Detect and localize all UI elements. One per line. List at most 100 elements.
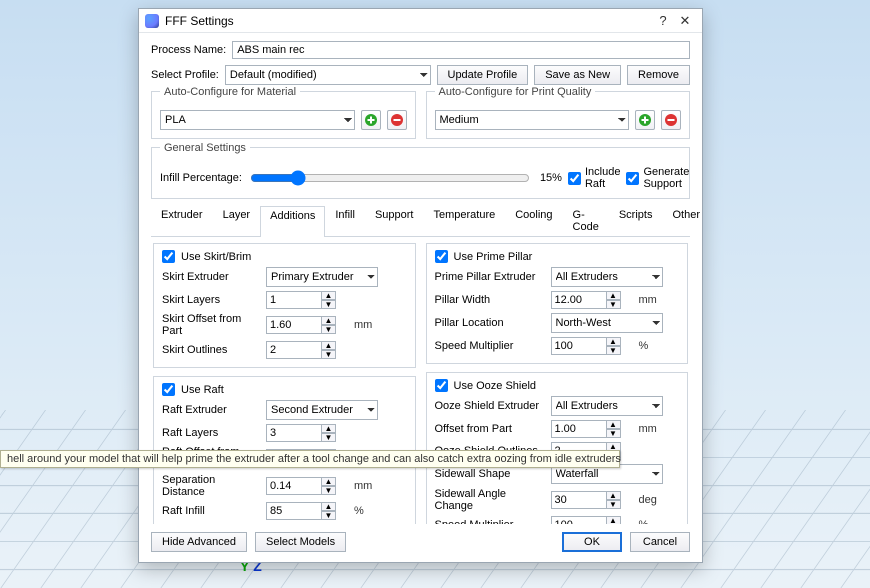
use-raft-checkbox[interactable]: Use Raft bbox=[162, 383, 407, 396]
tab-cooling[interactable]: Cooling bbox=[505, 205, 562, 236]
raft-layers-spin[interactable]: ▲▼ bbox=[266, 424, 348, 442]
tab-scripts[interactable]: Scripts bbox=[609, 205, 663, 236]
chevron-down-icon: ▼ bbox=[322, 300, 336, 309]
skirt-extruder-select[interactable]: Primary Extruder bbox=[266, 267, 378, 287]
infill-slider[interactable] bbox=[250, 170, 530, 186]
quality-add-button[interactable] bbox=[635, 110, 655, 130]
chevron-up-icon: ▲ bbox=[322, 341, 336, 350]
material-add-button[interactable] bbox=[361, 110, 381, 130]
chevron-down-icon: ▼ bbox=[322, 511, 336, 520]
general-legend: General Settings bbox=[160, 142, 250, 154]
skirt-extruder-label: Skirt Extruder bbox=[162, 271, 260, 283]
prime-extruder-label: Prime Pillar Extruder bbox=[435, 271, 545, 283]
process-name-label: Process Name: bbox=[151, 44, 226, 56]
material-remove-button[interactable] bbox=[387, 110, 407, 130]
skirt-group: Use Skirt/Brim Skirt Extruder Primary Ex… bbox=[153, 243, 416, 368]
tab-extruder[interactable]: Extruder bbox=[151, 205, 213, 236]
quality-remove-button[interactable] bbox=[661, 110, 681, 130]
chevron-up-icon: ▲ bbox=[322, 477, 336, 486]
skirt-layers-label: Skirt Layers bbox=[162, 294, 260, 306]
raft-layers-label: Raft Layers bbox=[162, 427, 260, 439]
skirt-offset-label: Skirt Offset from Part bbox=[162, 313, 260, 337]
chevron-down-icon: ▼ bbox=[607, 346, 621, 355]
skirt-offset-spin[interactable]: ▲▼ bbox=[266, 316, 348, 334]
prime-speed-spin[interactable]: ▲▼ bbox=[551, 337, 633, 355]
ooze-angle-label: Sidewall Angle Change bbox=[435, 488, 545, 512]
chevron-up-icon: ▲ bbox=[322, 316, 336, 325]
cancel-button[interactable]: Cancel bbox=[630, 532, 690, 552]
include-raft-checkbox[interactable]: Include Raft bbox=[568, 166, 620, 190]
tab-infill[interactable]: Infill bbox=[325, 205, 365, 236]
tab-layer[interactable]: Layer bbox=[213, 205, 261, 236]
pillar-location-select[interactable]: North-West bbox=[551, 313, 663, 333]
tab-temperature[interactable]: Temperature bbox=[423, 205, 505, 236]
auto-material-fieldset: Auto-Configure for Material PLA bbox=[151, 91, 416, 139]
tab-bar: Extruder Layer Additions Infill Support … bbox=[151, 205, 690, 237]
pillar-width-spin[interactable]: ▲▼ bbox=[551, 291, 633, 309]
use-ooze-shield-checkbox[interactable]: Use Ooze Shield bbox=[435, 379, 680, 392]
chevron-down-icon: ▼ bbox=[322, 350, 336, 359]
raft-infill-spin[interactable]: ▲▼ bbox=[266, 502, 348, 520]
hide-advanced-button[interactable]: Hide Advanced bbox=[151, 532, 247, 552]
profile-select[interactable]: Default (modified) bbox=[225, 65, 431, 85]
use-skirt-checkbox[interactable]: Use Skirt/Brim bbox=[162, 250, 407, 263]
select-models-button[interactable]: Select Models bbox=[255, 532, 346, 552]
plus-icon bbox=[365, 114, 377, 126]
tabpane-additions: Use Skirt/Brim Skirt Extruder Primary Ex… bbox=[151, 237, 690, 524]
raft-extruder-select[interactable]: Second Extruder bbox=[266, 400, 378, 420]
fff-settings-dialog: FFF Settings ? ✕ Process Name: Select Pr… bbox=[138, 8, 703, 563]
app-icon bbox=[145, 14, 159, 28]
raft-separation-spin[interactable]: ▲▼ bbox=[266, 477, 348, 495]
raft-separation-label: Separation Distance bbox=[162, 474, 260, 498]
tab-additions[interactable]: Additions bbox=[260, 206, 325, 237]
profile-label: Select Profile: bbox=[151, 69, 219, 81]
update-profile-button[interactable]: Update Profile bbox=[437, 65, 529, 85]
ooze-speed-spin[interactable]: ▲▼ bbox=[551, 516, 633, 524]
chevron-up-icon: ▲ bbox=[322, 424, 336, 433]
chevron-up-icon: ▲ bbox=[607, 420, 621, 429]
titlebar: FFF Settings ? ✕ bbox=[139, 9, 702, 33]
chevron-down-icon: ▼ bbox=[322, 325, 336, 334]
ooze-extruder-select[interactable]: All Extruders bbox=[551, 396, 663, 416]
tab-other[interactable]: Other bbox=[662, 205, 702, 236]
window-title: FFF Settings bbox=[165, 14, 652, 28]
prime-pillar-group: Use Prime Pillar Prime Pillar Extruder A… bbox=[426, 243, 689, 364]
skirt-layers-spin[interactable]: ▲▼ bbox=[266, 291, 348, 309]
quality-select[interactable]: Medium bbox=[435, 110, 630, 130]
auto-material-legend: Auto-Configure for Material bbox=[160, 86, 300, 98]
auto-quality-legend: Auto-Configure for Print Quality bbox=[435, 86, 596, 98]
material-select[interactable]: PLA bbox=[160, 110, 355, 130]
process-name-input[interactable] bbox=[232, 41, 690, 59]
chevron-down-icon: ▼ bbox=[322, 486, 336, 495]
help-icon[interactable]: ? bbox=[652, 11, 674, 31]
chevron-down-icon: ▼ bbox=[607, 429, 621, 438]
tab-support[interactable]: Support bbox=[365, 205, 424, 236]
close-icon[interactable]: ✕ bbox=[674, 11, 696, 31]
skirt-outlines-spin[interactable]: ▲▼ bbox=[266, 341, 348, 359]
general-settings-fieldset: General Settings Infill Percentage: 15% … bbox=[151, 147, 690, 199]
tab-gcode[interactable]: G-Code bbox=[563, 205, 609, 236]
chevron-up-icon: ▲ bbox=[607, 491, 621, 500]
prime-extruder-select[interactable]: All Extruders bbox=[551, 267, 663, 287]
minus-icon bbox=[391, 114, 403, 126]
ooze-shape-label: Sidewall Shape bbox=[435, 468, 545, 480]
chevron-down-icon: ▼ bbox=[322, 433, 336, 442]
chevron-up-icon: ▲ bbox=[607, 291, 621, 300]
chevron-up-icon: ▲ bbox=[322, 502, 336, 511]
ooze-shield-group: Use Ooze Shield Ooze Shield Extruder All… bbox=[426, 372, 689, 524]
ok-button[interactable]: OK bbox=[562, 532, 622, 552]
ooze-offset-label: Offset from Part bbox=[435, 423, 545, 435]
generate-support-checkbox[interactable]: Generate Support bbox=[626, 166, 689, 190]
save-as-new-button[interactable]: Save as New bbox=[534, 65, 621, 85]
ooze-extruder-label: Ooze Shield Extruder bbox=[435, 400, 545, 412]
app-viewport: Y Z FFF Settings ? ✕ Process Name: Selec… bbox=[0, 0, 870, 588]
raft-extruder-label: Raft Extruder bbox=[162, 404, 260, 416]
chevron-down-icon: ▼ bbox=[607, 300, 621, 309]
use-prime-pillar-checkbox[interactable]: Use Prime Pillar bbox=[435, 250, 680, 263]
ooze-angle-spin[interactable]: ▲▼ bbox=[551, 491, 633, 509]
infill-value: 15% bbox=[540, 172, 562, 184]
remove-profile-button[interactable]: Remove bbox=[627, 65, 690, 85]
chevron-up-icon: ▲ bbox=[607, 516, 621, 524]
tooltip: hell around your model that will help pr… bbox=[0, 450, 620, 468]
ooze-offset-spin[interactable]: ▲▼ bbox=[551, 420, 633, 438]
